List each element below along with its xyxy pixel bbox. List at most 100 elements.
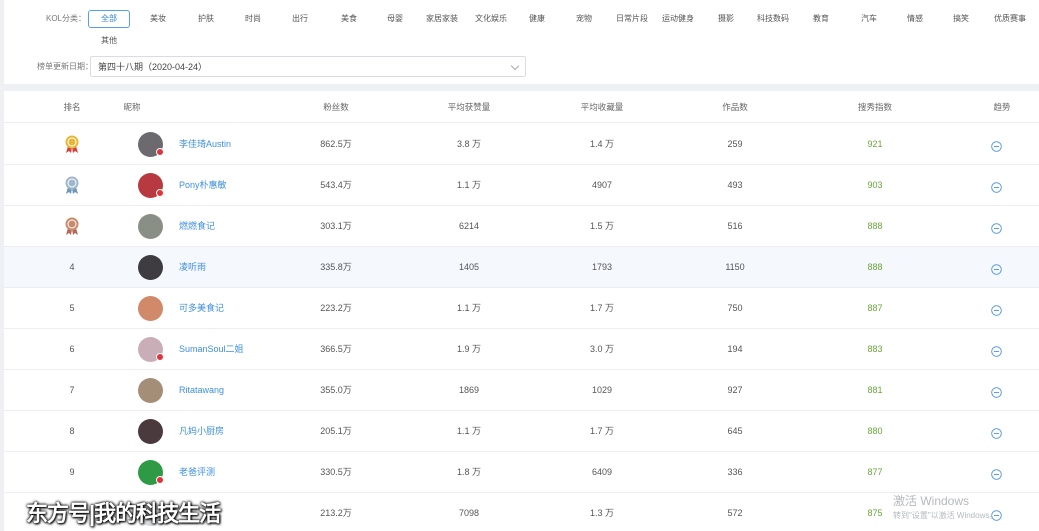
category-chip[interactable]: 汽车	[860, 10, 878, 28]
chevron-down-icon	[510, 61, 520, 71]
category-filter-label: KOL分类：	[46, 14, 87, 23]
column-header-followers[interactable]: 粉丝数	[306, 101, 366, 113]
category-chip[interactable]: 母婴	[386, 10, 404, 28]
category-chip[interactable]: 全部	[88, 10, 130, 28]
category-chip[interactable]: 美妆	[149, 10, 167, 28]
category-chip[interactable]: 运动健身	[661, 10, 695, 28]
avg-likes: 1405	[458, 262, 480, 272]
trend-toggle-icon[interactable]	[991, 139, 1002, 152]
ranking-table: 排名 昵称 粉丝数 平均获赞量 平均收藏量 作品数 搜秀指数 趋势 李佳琦Austin 862.…	[4, 91, 1039, 531]
avatar[interactable]	[138, 419, 163, 444]
category-chip[interactable]: 搞笑	[952, 10, 970, 28]
category-chip[interactable]: 家居家装	[425, 10, 459, 28]
nickname-link[interactable]: Pony朴惠敏	[179, 179, 299, 192]
category-chip[interactable]: 摄影	[717, 10, 735, 28]
filter-panel: KOL分类： 全部 美妆 护肤 时尚 出行 美食 母婴 家居家装 文化娱乐 健康 宠物 日常片段 运动健…	[4, 0, 1039, 84]
trend-toggle-icon[interactable]	[991, 303, 1002, 316]
category-chip[interactable]: 优质赛事	[993, 10, 1027, 28]
table-row[interactable]: 7 Ritatawang 355.0万 1869 1029 927 881	[4, 370, 1039, 411]
nickname-link[interactable]: 李佳琦Austin	[179, 138, 299, 151]
works-count: 493	[727, 180, 743, 190]
rank-index: 887	[867, 303, 883, 313]
works-count: 1150	[725, 262, 745, 272]
nickname-link[interactable]: 可多美食记	[179, 302, 299, 315]
avg-favorites: 1793	[591, 262, 613, 272]
verified-badge-icon	[156, 189, 164, 197]
avg-likes: 1.8 万	[456, 467, 481, 477]
followers-count: 355.0万	[320, 385, 352, 395]
windows-activation-title: 激活 Windows	[893, 494, 970, 508]
rank-index: 880	[867, 426, 883, 436]
avg-favorites: 1.7 万	[589, 426, 614, 436]
followers-count: 335.8万	[320, 262, 352, 272]
avg-favorites: 4907	[591, 180, 613, 190]
column-header-avg-favorites[interactable]: 平均收藏量	[572, 101, 632, 113]
nickname-link[interactable]: 凌听雨	[179, 261, 299, 274]
category-chip[interactable]: 宠物	[575, 10, 593, 28]
update-date-value: 第四十八期（2020-04-24）	[98, 62, 208, 72]
trend-toggle-icon[interactable]	[991, 467, 1002, 480]
rank-index: 921	[867, 139, 883, 149]
table-row[interactable]: 5 可多美食记 223.2万 1.1 万 1.7 万 750 887	[4, 288, 1039, 329]
column-header-avg-likes[interactable]: 平均获赞量	[439, 101, 499, 113]
verified-badge-icon	[156, 353, 164, 361]
column-header-trend: 趋势	[993, 102, 1011, 112]
followers-count: 205.1万	[320, 426, 352, 436]
nickname-link[interactable]: SumanSoul二姐	[179, 343, 299, 356]
nickname-link[interactable]: 老爸评测	[179, 466, 299, 479]
table-row[interactable]: 燃燃食记 303.1万 6214 1.5 万 516 888	[4, 206, 1039, 247]
followers-count: 303.1万	[320, 221, 352, 231]
update-date-label: 榜单更新日期：	[37, 62, 93, 71]
category-chip[interactable]: 科技数码	[756, 10, 790, 28]
category-chip[interactable]: 文化娱乐	[474, 10, 508, 28]
rank-number: 8	[69, 426, 75, 436]
avatar[interactable]	[138, 378, 163, 403]
works-count: 516	[727, 221, 743, 231]
verified-badge-icon	[156, 476, 164, 484]
table-row[interactable]: 4 凌听雨 335.8万 1405 1793 1150 888	[4, 247, 1039, 288]
nickname-link[interactable]: Ritatawang	[179, 384, 299, 397]
trend-toggle-icon[interactable]	[991, 221, 1002, 234]
avg-favorites: 6409	[591, 467, 613, 477]
followers-count: 213.2万	[320, 508, 352, 518]
table-row[interactable]: 6 SumanSoul二姐 366.5万 1.9 万 3.0 万 194 883	[4, 329, 1039, 370]
category-chip[interactable]: 日常片段	[615, 10, 649, 28]
column-header-nickname: 昵称	[123, 102, 141, 112]
category-chip[interactable]: 情感	[906, 10, 924, 28]
rank-index: 888	[867, 262, 883, 272]
avatar[interactable]	[138, 214, 163, 239]
avg-likes: 3.8 万	[456, 139, 481, 149]
category-chip[interactable]: 出行	[291, 10, 309, 28]
trend-toggle-icon[interactable]	[991, 426, 1002, 439]
table-row[interactable]: Pony朴惠敏 543.4万 1.1 万 4907 493 903	[4, 165, 1039, 206]
windows-activation-subtitle: 转到"设置"以激活 Windows。	[893, 511, 998, 520]
column-header-index[interactable]: 搜秀指数	[845, 101, 905, 113]
category-chip[interactable]: 护肤	[197, 10, 215, 28]
category-chip[interactable]: 时尚	[244, 10, 262, 28]
column-header-works[interactable]: 作品数	[705, 101, 765, 113]
nickname-link[interactable]: 凡妈小厨房	[179, 425, 299, 438]
rank-number: 9	[69, 467, 75, 477]
followers-count: 366.5万	[320, 344, 352, 354]
table-row[interactable]: 李佳琦Austin 862.5万 3.8 万 1.4 万 259 921	[4, 124, 1039, 165]
avatar[interactable]	[138, 255, 163, 280]
category-chip[interactable]: 其他	[100, 32, 118, 50]
table-row[interactable]: 8 凡妈小厨房 205.1万 1.1 万 1.7 万 645 880	[4, 411, 1039, 452]
trend-toggle-icon[interactable]	[991, 385, 1002, 398]
nickname-link[interactable]: 燃燃食记	[179, 220, 299, 233]
trend-toggle-icon[interactable]	[991, 344, 1002, 357]
category-filter: KOL分类： 全部 美妆 护肤 时尚 出行 美食 母婴 家居家装 文化娱乐 健康 宠物 日常片段 运动健…	[4, 8, 1039, 48]
category-chip[interactable]: 健康	[528, 10, 546, 28]
avatar[interactable]	[138, 296, 163, 321]
avg-favorites: 1.3 万	[589, 508, 614, 518]
category-chip[interactable]: 教育	[812, 10, 830, 28]
avg-favorites: 1.4 万	[589, 139, 614, 149]
avg-likes: 1.1 万	[456, 180, 481, 190]
rank-index: 903	[867, 180, 883, 190]
update-date-select[interactable]: 第四十八期（2020-04-24）	[90, 56, 526, 77]
works-count: 194	[727, 344, 743, 354]
trend-toggle-icon[interactable]	[991, 262, 1002, 275]
table-row[interactable]: 9 老爸评测 330.5万 1.8 万 6409 336 877	[4, 452, 1039, 493]
category-chip[interactable]: 美食	[340, 10, 358, 28]
trend-toggle-icon[interactable]	[991, 180, 1002, 193]
